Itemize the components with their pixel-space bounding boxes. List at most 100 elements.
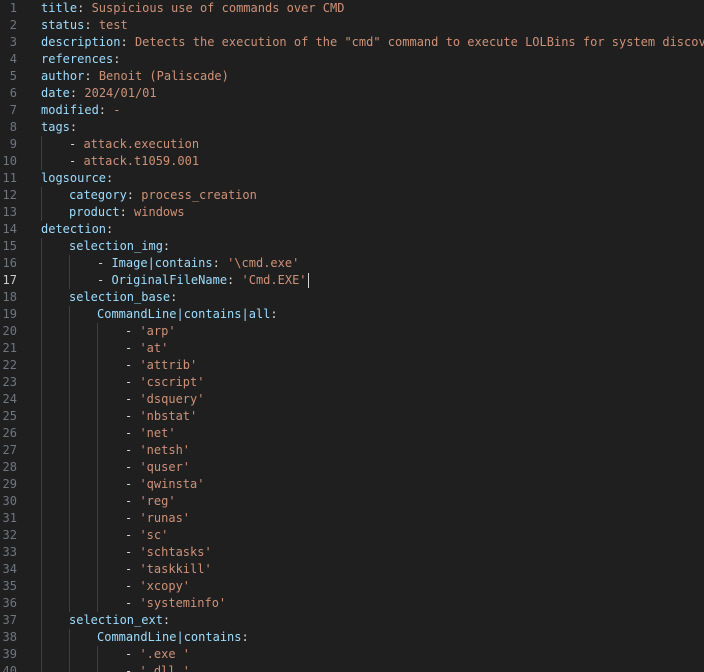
code-line[interactable]: 16 - Image|contains: '\cmd.exe' (0, 255, 704, 272)
yaml-key: detection (41, 222, 107, 236)
code-line[interactable]: 24 - 'dsquery' (0, 391, 704, 408)
code-line[interactable]: 21 - 'at' (0, 340, 704, 357)
indent-guide (97, 459, 98, 476)
yaml-colon: : (84, 18, 92, 32)
line-number: 32 (2, 528, 17, 542)
code-line[interactable]: 27 - 'netsh' (0, 442, 704, 459)
code-text: tags: (41, 119, 704, 136)
indent-guide (97, 646, 98, 663)
code-line[interactable]: 23 - 'cscript' (0, 374, 704, 391)
indent-guide (69, 323, 70, 340)
line-number: 18 (2, 290, 17, 304)
code-line[interactable]: 13 product: windows (0, 204, 704, 221)
yaml-key: OriginalFileName (111, 273, 228, 287)
code-line[interactable]: 14 detection: (0, 221, 704, 238)
indent-guide (97, 408, 98, 425)
yaml-value: 'at' (139, 341, 169, 355)
code-line[interactable]: 20 - 'arp' (0, 323, 704, 340)
yaml-value: 'quser' (139, 460, 191, 474)
code-line[interactable]: 2 status: test (0, 17, 704, 34)
yaml-colon: : (69, 120, 78, 134)
code-line[interactable]: 1 title: Suspicious use of commands over … (0, 0, 704, 17)
yaml-colon: : (212, 256, 220, 270)
line-number: 2 (9, 18, 17, 32)
code-text: - 'quser' (125, 459, 704, 476)
indent-guide (69, 561, 70, 578)
code-line[interactable]: 32 - 'sc' (0, 527, 704, 544)
yaml-colon: : (170, 290, 178, 304)
code-line[interactable]: 12 category: process_creation (0, 187, 704, 204)
code-line[interactable]: 5 author: Benoit (Paliscade) (0, 68, 704, 85)
indent-guide (41, 459, 42, 476)
list-dash: - (125, 596, 140, 610)
code-line[interactable]: 34 - 'taskkill' (0, 561, 704, 578)
indent-guide (41, 646, 42, 663)
code-line[interactable]: 39 - '.exe ' (0, 646, 704, 663)
yaml-value: Suspicious use of commands over CMD (84, 1, 345, 15)
indent-guide (69, 595, 70, 612)
indent-guide (97, 374, 98, 391)
code-line[interactable]: 17 - OriginalFileName: 'Cmd.EXE' (0, 272, 704, 289)
code-line[interactable]: 3 description: Detects the execution of t… (0, 34, 704, 51)
line-number: 1 (9, 1, 17, 15)
code-line[interactable]: 35 - 'xcopy' (0, 578, 704, 595)
list-dash: - (125, 511, 140, 525)
code-line[interactable]: 19 CommandLine|contains|all: (0, 306, 704, 323)
list-dash: - (125, 664, 140, 672)
indent-guide (97, 578, 98, 595)
yaml-value: Benoit (Paliscade) (91, 69, 229, 83)
indent-guide (97, 442, 98, 459)
indent-guide (41, 425, 42, 442)
yaml-value: attack.execution (83, 137, 200, 151)
line-number: 13 (2, 205, 17, 219)
code-line[interactable]: 28 - 'quser' (0, 459, 704, 476)
code-editor[interactable]: 1 title: Suspicious use of commands over … (0, 0, 704, 672)
code-line[interactable]: 15 selection_img: (0, 238, 704, 255)
code-line[interactable]: 9 - attack.execution (0, 136, 704, 153)
line-number: 12 (2, 188, 17, 202)
indent-guide (69, 306, 70, 323)
line-number: 9 (9, 137, 17, 151)
line-number: 5 (9, 69, 17, 83)
indent-guide (41, 272, 42, 289)
yaml-value: 'cscript' (139, 375, 205, 389)
indent-guide (41, 629, 42, 646)
indent-guide (41, 204, 42, 221)
code-line[interactable]: 11 logsource: (0, 170, 704, 187)
indent-guide (97, 561, 98, 578)
code-text: logsource: (41, 170, 704, 187)
code-line[interactable]: 7 modified: - (0, 102, 704, 119)
code-line[interactable]: 18 selection_base: (0, 289, 704, 306)
code-line[interactable]: 40 - '.dll ' (0, 663, 704, 672)
code-text: - '.dll ' (125, 663, 704, 672)
code-line[interactable]: 8 tags: (0, 119, 704, 136)
list-dash: - (125, 392, 140, 406)
code-text: - 'attrib' (125, 357, 704, 374)
yaml-key: product (69, 205, 120, 219)
indent-guide (97, 510, 98, 527)
code-line[interactable]: 30 - 'reg' (0, 493, 704, 510)
code-line[interactable]: 6 date: 2024/01/01 (0, 85, 704, 102)
code-line[interactable]: 25 - 'nbstat' (0, 408, 704, 425)
code-line[interactable]: 31 - 'runas' (0, 510, 704, 527)
indent-guide (69, 476, 70, 493)
yaml-key: selection_img (69, 239, 163, 253)
code-line[interactable]: 22 - 'attrib' (0, 357, 704, 374)
line-number: 25 (2, 409, 17, 423)
indent-guide (41, 238, 42, 255)
yaml-key: date (41, 86, 70, 100)
code-line[interactable]: 26 - 'net' (0, 425, 704, 442)
line-number: 10 (2, 154, 17, 168)
line-number: 35 (2, 579, 17, 593)
code-line[interactable]: 4 references: (0, 51, 704, 68)
code-line[interactable]: 36 - 'systeminfo' (0, 595, 704, 612)
code-line[interactable]: 10 - attack.t1059.001 (0, 153, 704, 170)
code-line[interactable]: 29 - 'qwinsta' (0, 476, 704, 493)
code-text: - 'reg' (125, 493, 704, 510)
code-line[interactable]: 37 selection_ext: (0, 612, 704, 629)
code-line[interactable]: 33 - 'schtasks' (0, 544, 704, 561)
code-line[interactable]: 38 CommandLine|contains: (0, 629, 704, 646)
indent-guide (69, 408, 70, 425)
line-number: 31 (2, 511, 17, 525)
list-dash: - (125, 341, 140, 355)
